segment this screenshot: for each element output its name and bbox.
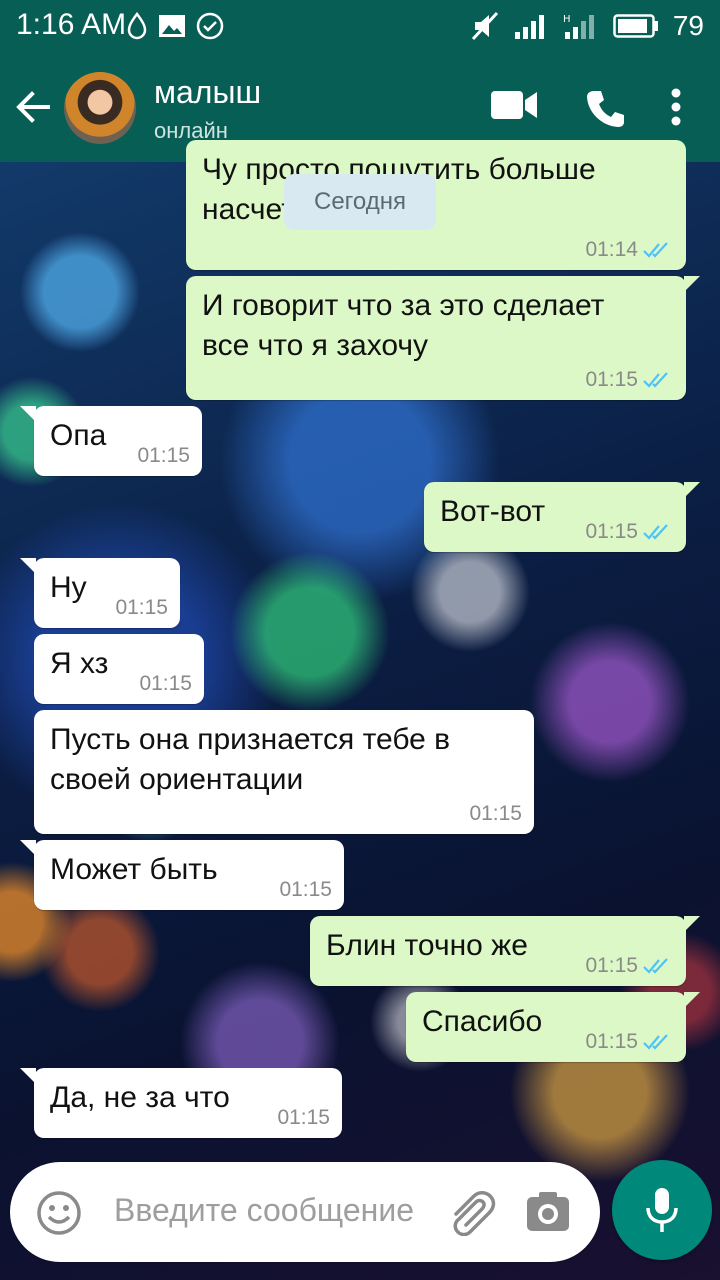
message-bubble[interactable]: Спасибо 01:15 [406,992,700,1062]
date-chip: Сегодня [284,174,436,230]
check-circle-icon [196,12,224,40]
message-text: Опа [50,419,107,452]
message-text: Я хз [50,647,109,680]
message-text: Да, не за что [50,1081,230,1114]
status-notification-icons [126,12,224,40]
message-text: Ну [50,571,87,604]
read-ticks-icon [643,372,668,388]
message-bubble[interactable]: Чу просто пошутить больше насчет 01:14 [186,140,686,270]
message-time: 01:15 [277,1106,330,1129]
mute-icon [471,11,498,41]
camera-icon[interactable] [526,1190,570,1234]
attach-icon[interactable] [446,1188,498,1236]
status-system-icons: H 79 [471,10,704,42]
message-time: 01:15 [585,520,638,543]
message-bubble[interactable]: Пусть она признается тебе в своей ориент… [34,710,534,834]
message-text: Может быть [50,853,218,886]
message-bubble[interactable]: Я хз 01:15 [34,634,204,704]
status-bar: 1:16 AM H 79 [0,0,720,52]
message-text: Вот-вот [440,495,546,528]
message-input[interactable]: Введите сообщение [114,1192,414,1229]
message-bubble[interactable]: Опа 01:15 [20,406,202,476]
message-time: 01:15 [585,1030,638,1053]
read-ticks-icon [643,524,668,540]
battery-icon [613,14,658,38]
message-time: 01:15 [585,954,638,977]
mic-icon [646,1188,678,1232]
mic-button[interactable] [612,1160,712,1260]
message-bubble[interactable]: Блин точно же 01:15 [310,916,700,986]
back-arrow-icon[interactable] [14,88,52,126]
drop-icon [127,12,147,40]
read-ticks-icon [643,1034,668,1050]
message-text: Пусть она признается тебе в своей ориент… [50,723,451,796]
message-time: 01:14 [585,238,638,261]
message-bubble[interactable]: И говорит что за это сделает все что я з… [186,276,700,400]
image-icon [159,15,185,37]
signal-icon-sim2: H [563,14,594,39]
read-ticks-icon [643,958,668,974]
message-bubble[interactable]: Может быть 01:15 [20,840,344,910]
message-time: 01:15 [115,596,168,619]
message-time: 01:15 [139,672,192,695]
message-bubble[interactable]: Вот-вот 01:15 [424,482,700,552]
message-text: И говорит что за это сделает все что я з… [202,289,605,362]
signal-icon [514,15,544,39]
svg-text:H: H [563,14,571,25]
message-time: 01:15 [279,878,332,901]
message-text: Блин точно же [326,929,528,962]
message-input-bar: Введите сообщение [10,1162,600,1262]
battery-level: 79 [672,10,704,41]
status-time: 1:16 AM [16,8,127,41]
emoji-icon[interactable] [36,1190,82,1236]
message-time: 01:15 [585,368,638,391]
message-time: 01:15 [137,444,190,467]
message-bubble[interactable]: Ну 01:15 [20,558,180,628]
message-time: 01:15 [469,802,522,825]
video-call-icon[interactable] [490,88,538,122]
avatar[interactable] [64,72,136,144]
phone-icon[interactable] [586,88,626,128]
contact-name[interactable]: малыш [154,74,261,111]
message-bubble[interactable]: Да, не за что 01:15 [20,1068,342,1138]
read-ticks-icon [643,242,668,258]
more-vert-icon[interactable] [670,88,682,126]
message-text: Спасибо [422,1005,543,1038]
